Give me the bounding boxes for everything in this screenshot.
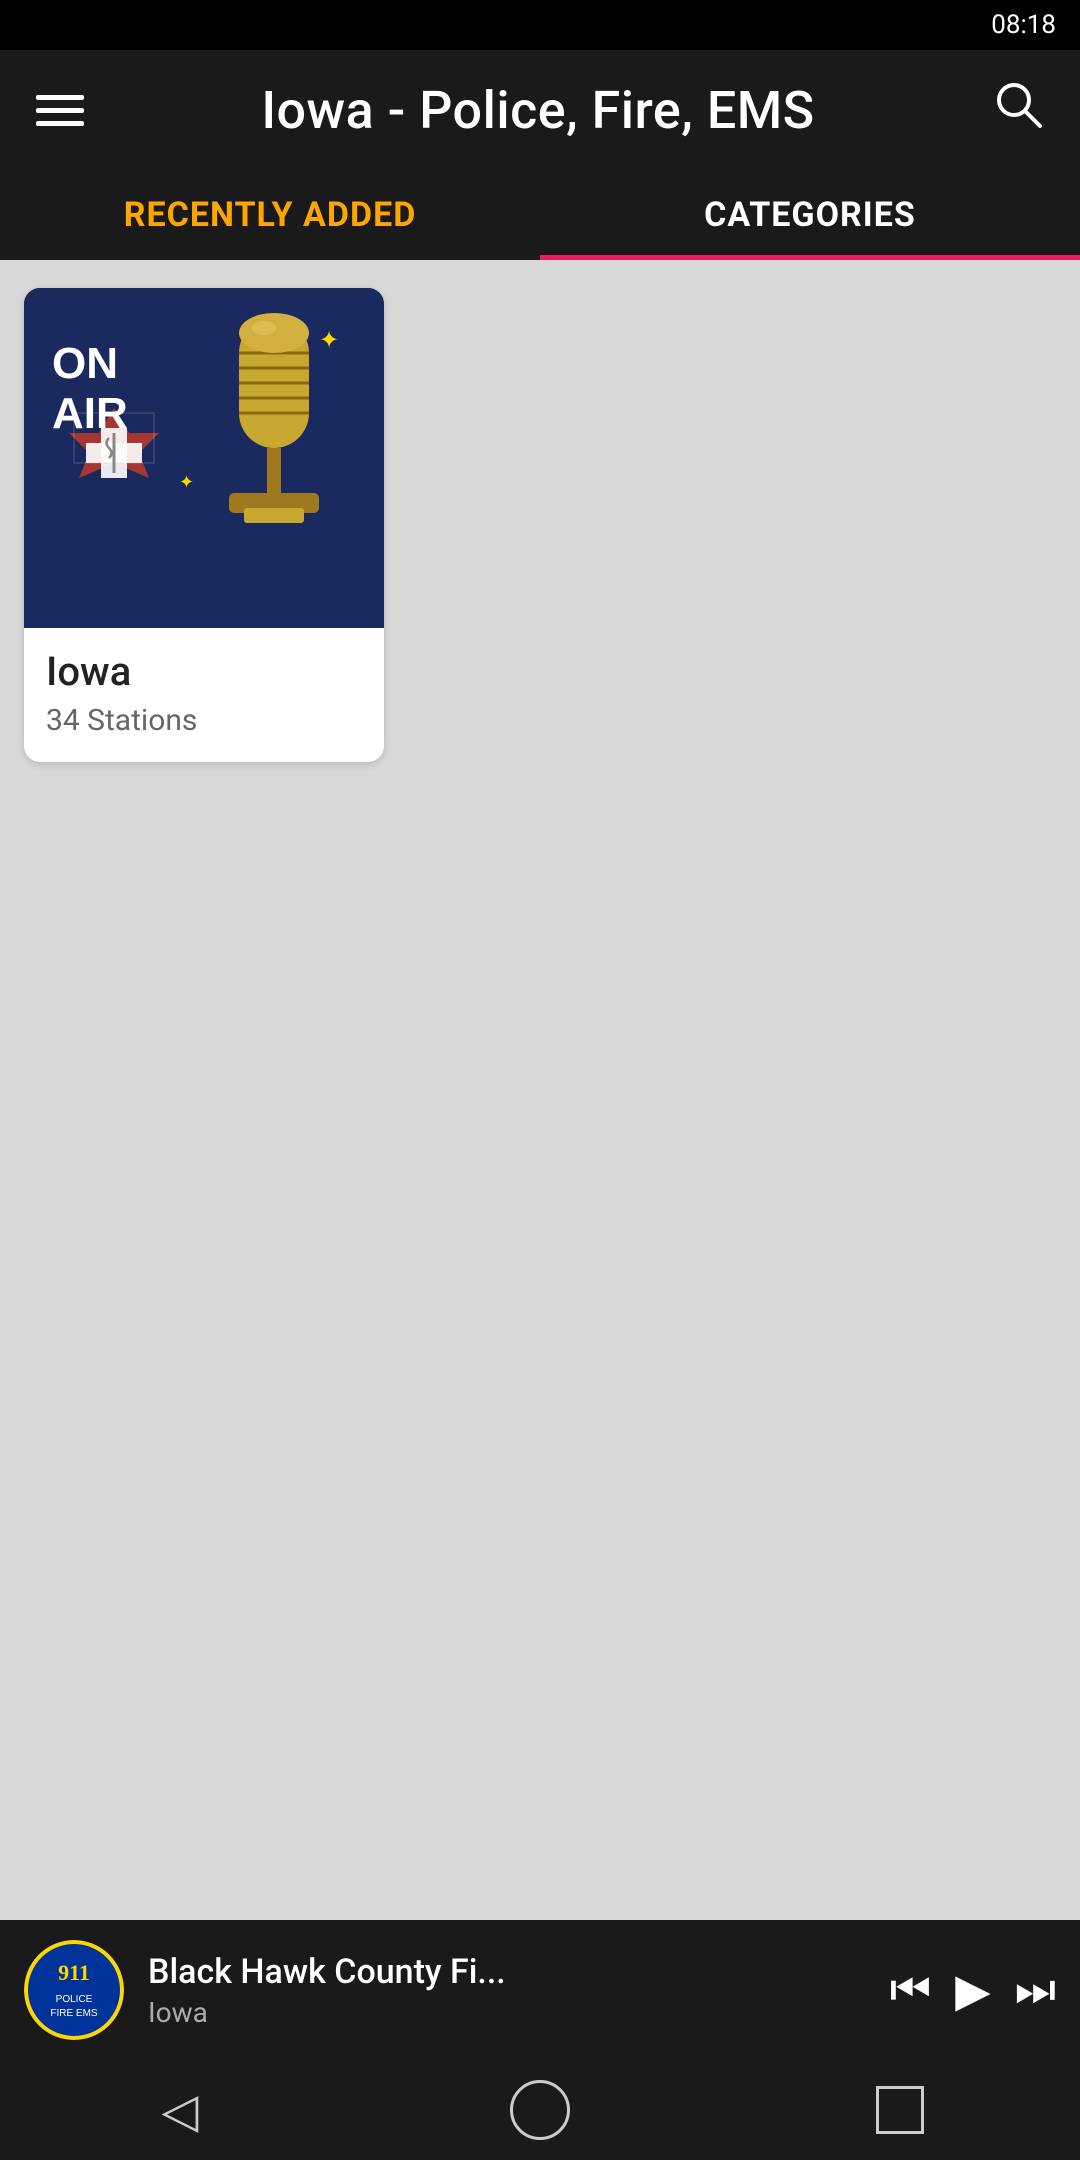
search-icon[interactable] [992,78,1044,143]
page-title: Iowa - Police, Fire, EMS [261,80,814,141]
fast-forward-button[interactable]: ⏭ [1015,1962,1056,2018]
svg-text:✦: ✦ [179,472,194,493]
svg-text:✦: ✦ [319,326,339,354]
nav-bar: ◁ [0,2060,1080,2160]
card-info: Iowa 34 Stations [24,628,384,762]
svg-text:911: 911 [58,1960,90,1985]
svg-text:POLICE: POLICE [56,1994,93,2005]
category-card-iowa[interactable]: ON AIR [24,288,384,762]
recent-apps-button[interactable] [860,2070,940,2150]
status-bar: 08:18 [0,0,1080,50]
menu-icon[interactable] [36,95,84,126]
svg-text:FIRE EMS: FIRE EMS [50,2008,98,2019]
status-time: 08:18 [991,10,1056,40]
card-image: ON AIR [24,288,384,628]
app-bar: Iowa - Police, Fire, EMS [0,50,1080,170]
play-button[interactable]: ▶ [955,1963,990,2017]
tab-categories[interactable]: CATEGORIES [540,170,1080,260]
now-playing-subtitle: Iowa [148,1996,866,2029]
now-playing-thumbnail[interactable]: 911 POLICE FIRE EMS [24,1940,124,2040]
svg-text:AIR: AIR [52,389,128,438]
tab-bar: RECENTLY ADDED CATEGORIES [0,170,1080,260]
content-area: ON AIR [0,260,1080,1920]
svg-text:ON: ON [52,339,118,388]
now-playing-title: Black Hawk County Fi... [148,1952,866,1992]
now-playing-bar: 911 POLICE FIRE EMS Black Hawk County Fi… [0,1920,1080,2060]
now-playing-info: Black Hawk County Fi... Iowa [148,1952,866,2029]
home-button[interactable] [500,2070,580,2150]
back-button[interactable]: ◁ [140,2070,220,2150]
card-station-count: 34 Stations [46,703,362,738]
rewind-button[interactable]: ⏮ [890,1962,931,2018]
playback-controls: ⏮ ▶ ⏭ [890,1962,1056,2018]
tab-recently-added[interactable]: RECENTLY ADDED [0,170,540,260]
card-name: Iowa [46,648,362,695]
